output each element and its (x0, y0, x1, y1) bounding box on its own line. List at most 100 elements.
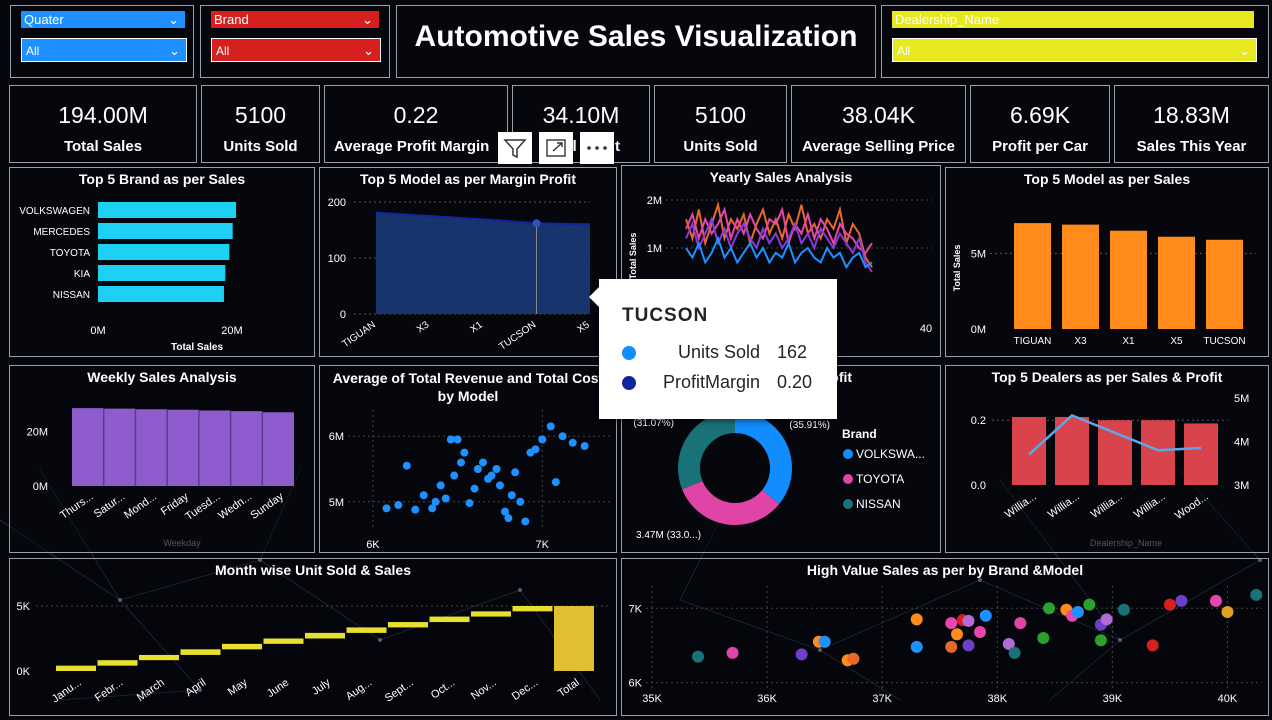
focus-mode-icon[interactable] (539, 132, 573, 164)
waterfall-bar (180, 649, 221, 655)
scatter-point (453, 435, 462, 444)
waterfall-bar (346, 627, 387, 633)
x-axis-title: Dealership_Name (1090, 538, 1162, 548)
scatter-point (847, 652, 860, 665)
x-tick-label: X3 (415, 319, 432, 335)
scatter-point (470, 484, 479, 493)
brand-dropdown-value: All (216, 44, 230, 58)
y-axis-title: Total Sales (628, 233, 638, 280)
waterfall-bar (56, 665, 96, 671)
scatter-point (951, 628, 963, 641)
x-tick-label: 37K (872, 693, 892, 705)
brand-dropdown[interactable]: All ⌄ (211, 38, 381, 62)
scatter-point (692, 650, 705, 663)
scatter-point (910, 640, 923, 653)
x-tick-label: Sept... (383, 677, 416, 705)
kpi-value: 5100 (694, 102, 747, 128)
tooltip-row-value: 0.20 (777, 372, 813, 392)
scatter-point (818, 635, 831, 648)
waterfall-bar (263, 638, 304, 644)
kpi-card-avg-selling-price[interactable]: 38.04K Average Selling Price (791, 85, 966, 163)
scatter-point (382, 504, 391, 513)
scatter-point (495, 481, 504, 490)
series-color-dot (622, 346, 636, 360)
x-tick-label: 36K (757, 693, 777, 705)
visual-header-toolbar (498, 132, 618, 164)
chart-high-value-sales[interactable]: High Value Sales as per by Brand &Model … (621, 558, 1269, 716)
tooltip-row: Units Sold 162 (622, 342, 822, 364)
legend-marker (843, 449, 853, 459)
x-tick-label: Wood... (1173, 491, 1211, 522)
waterfall-bar (139, 654, 179, 661)
chart-top5-brand[interactable]: Top 5 Brand as per Sales VOLKSWAGEN MERCE… (9, 167, 315, 357)
tooltip-row: ProfitMargin 0.20 (622, 372, 822, 394)
bar (1184, 423, 1218, 485)
x-tick-label: May (226, 676, 250, 698)
scatter-point (492, 465, 501, 473)
area-fill (376, 212, 590, 314)
x-tick-label: 0M (90, 325, 105, 337)
x-tick-label: TUCSON (497, 319, 538, 352)
scatter-point (431, 497, 440, 506)
scatter-point (479, 458, 487, 467)
x-tick-label: 20M (221, 325, 242, 337)
x-tick-label: 6K (366, 539, 380, 551)
chart-revenue-cost[interactable]: Average of Total Revenue and Total Cost … (319, 365, 617, 553)
more-options-icon[interactable] (580, 132, 614, 164)
dealership-dropdown-value: All (897, 44, 911, 58)
bar (1110, 230, 1147, 329)
waterfall-bar (512, 606, 553, 612)
chart-top5-model-sales[interactable]: Top 5 Model as per Sales 5M 0M Total Sales… (945, 167, 1269, 357)
x-axis-title: Weekday (163, 538, 201, 548)
x-axis-title: Total Sales (171, 342, 223, 353)
kpi-label: Profit per Car (992, 138, 1088, 155)
kpi-card-profit-per-car[interactable]: 6.69K Profit per Car (970, 85, 1110, 163)
bar-label: VOLKSWAGEN (19, 206, 90, 217)
chart-top5-dealers[interactable]: Top 5 Dealers as per Sales & Profit 0.2 0… (945, 365, 1269, 553)
chevron-down-icon: ⌄ (169, 43, 180, 58)
scatter-point (1043, 602, 1056, 615)
y-axis-title: Total Sales (952, 245, 962, 292)
kpi-card-units-sold-2[interactable]: 5100 Units Sold (654, 85, 787, 163)
area-fill (72, 408, 294, 486)
chart-top5-model-margin[interactable]: Top 5 Model as per Margin Profit 200 100 0… (319, 167, 617, 357)
hover-point (532, 219, 541, 228)
scatter-point (441, 494, 450, 503)
bar (1206, 239, 1243, 329)
waterfall-bar (97, 660, 138, 666)
x-tick-label: Willia... (1132, 491, 1168, 521)
x-tick-label: X1 (1122, 336, 1135, 347)
kpi-card-units-sold[interactable]: 5100 Units Sold (201, 85, 320, 163)
kpi-value: 194.00M (58, 102, 148, 128)
legend-label: NISSAN (856, 497, 901, 511)
quarter-dropdown[interactable]: All ⌄ (21, 38, 187, 62)
kpi-card-sales-this-year[interactable]: 18.83M Sales This Year (1114, 85, 1269, 163)
dealership-dropdown[interactable]: All ⌄ (892, 38, 1257, 62)
scatter-point (1163, 598, 1176, 611)
scatter-point (511, 468, 520, 477)
scatter-point (1250, 588, 1263, 601)
scatter-point (1175, 594, 1188, 607)
chart-highvalue-plot: 7K 6K 35K 36K 37K 38K 39K 40K (629, 586, 1263, 705)
waterfall-bar (388, 622, 428, 628)
waterfall-bar (222, 643, 262, 650)
filter-icon[interactable] (498, 132, 532, 164)
kpi-card-avg-profit-margin[interactable]: 0.22 Average Profit Margin (324, 85, 508, 163)
chart-monthly-waterfall[interactable]: Month wise Unit Sold & Sales 5K 0K Janu...… (9, 558, 617, 716)
x-tick-label: Febr... (93, 677, 125, 705)
quarter-slicer-label: Quater ⌄ (21, 11, 185, 28)
collapse-icon[interactable]: ⌄ (362, 11, 373, 28)
y-tick-label: 5M (329, 497, 344, 509)
chart-title: Top 5 Model as per Sales (1023, 171, 1191, 187)
kpi-card-total-sales[interactable]: 194.00M Total Sales (9, 85, 197, 163)
x-tick-label: TIGUAN (1014, 336, 1052, 347)
collapse-icon[interactable]: ⌄ (168, 11, 179, 28)
x-tick-label: Willia... (1003, 491, 1039, 521)
chart-weekly-sales[interactable]: Weekly Sales Analysis 20M 0M Thurs... Satur… (9, 365, 315, 553)
scatter-point (568, 438, 577, 447)
scatter-point (962, 614, 975, 627)
scatter-point (465, 499, 474, 508)
chart-title: Month wise Unit Sold & Sales (214, 562, 412, 578)
bar-label: TOYOTA (50, 248, 91, 259)
waterfall-total-bar (554, 606, 594, 671)
